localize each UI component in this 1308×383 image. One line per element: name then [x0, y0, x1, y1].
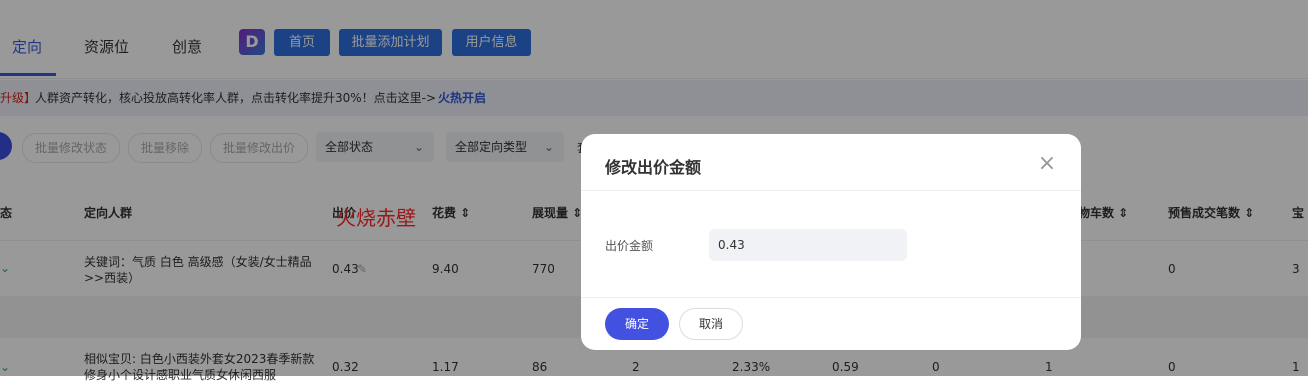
divider — [581, 190, 1081, 191]
confirm-button[interactable]: 确定 — [605, 308, 669, 340]
bid-amount-label: 出价金额 — [605, 239, 654, 253]
divider — [581, 297, 1081, 298]
bid-amount-input[interactable] — [709, 229, 907, 261]
close-icon[interactable]: × — [1035, 152, 1059, 176]
edit-bid-dialog: 修改出价金额 × 出价金额 确定 取消 — [581, 134, 1081, 350]
dialog-title: 修改出价金额 — [605, 158, 702, 177]
cancel-button[interactable]: 取消 — [679, 308, 743, 340]
